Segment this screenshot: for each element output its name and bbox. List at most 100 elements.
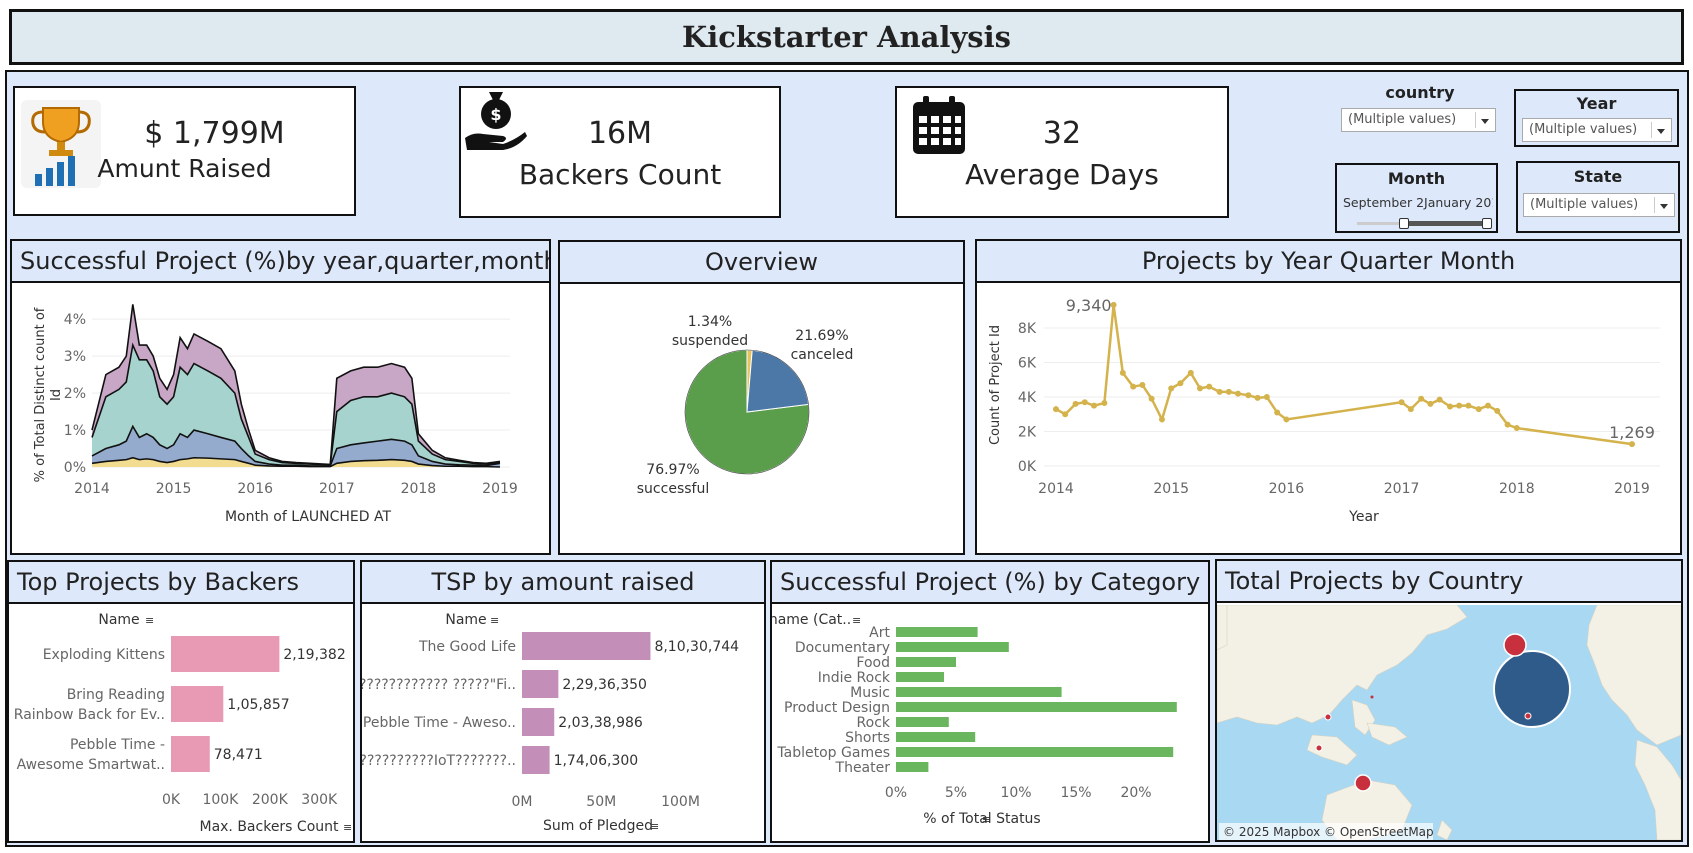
slider-end-handle[interactable]	[1482, 218, 1492, 229]
bar	[896, 717, 949, 727]
line-point	[1101, 400, 1108, 407]
line-y-tick-label: 8K	[1018, 321, 1037, 337]
area-y-tick-label: 3%	[64, 349, 86, 365]
month-range-slider[interactable]	[1357, 218, 1492, 229]
country-map[interactable]: © 2025 Mapbox © OpenStreetMap	[1217, 605, 1681, 840]
year-filter-box: Year (Multiple values)	[1514, 89, 1679, 147]
bar	[896, 657, 956, 667]
map-circle-australia[interactable]	[1354, 774, 1372, 792]
line-y-tick-label: 6K	[1018, 356, 1037, 372]
bar-x-tick-label: 200K	[252, 792, 289, 808]
pie-category-label: suspended	[672, 333, 748, 349]
year-filter-value: (Multiple values)	[1529, 122, 1638, 137]
state-filter-value: (Multiple values)	[1530, 197, 1639, 212]
line-point	[1168, 385, 1175, 392]
country-map-panel: Total Projects by Country © 2025 Mapbox …	[1215, 559, 1683, 842]
bar-header-label: name (Cat..	[772, 612, 851, 628]
line-y-tick-label: 4K	[1018, 390, 1037, 406]
bar-category-label: Music	[850, 685, 890, 701]
year-filter-select[interactable]: (Multiple values)	[1522, 118, 1672, 142]
tsp-title: TSP by amount raised	[362, 562, 764, 604]
line-x-axis-title: Year	[1348, 509, 1379, 525]
line-point	[1263, 394, 1270, 401]
area-x-tick-label: 2019	[482, 481, 518, 497]
kpi-days-label: Average Days	[965, 158, 1159, 191]
kpi-days-card: 32 Average Days	[895, 86, 1229, 218]
map-circle-canada[interactable]	[1503, 633, 1527, 657]
area-x-tick-label: 2016	[237, 481, 273, 497]
bar-category-label: Art	[869, 625, 890, 641]
map-circle-mexico[interactable]	[1524, 712, 1532, 720]
line-y-tick-label: 2K	[1018, 425, 1037, 441]
bar-category-label: Product Design	[784, 700, 890, 716]
bar-category-label: Exploding Kittens	[43, 647, 165, 663]
slider-start-handle[interactable]	[1398, 218, 1409, 229]
line-point	[1465, 402, 1472, 409]
kpi-backers-card: $ 16M Backers Count	[459, 86, 781, 218]
bar-x-axis-title: Sum of Pledged	[543, 818, 653, 834]
map-circle-singapore[interactable]	[1315, 744, 1323, 752]
bar	[896, 687, 1062, 697]
bar	[896, 642, 1009, 652]
projects-line-chart: 0K 2K 4K 6K 8K 2014 2015 2016 2017 2018 2019 Year Co…	[988, 296, 1660, 525]
bar-x-tick-label: 50M	[586, 794, 616, 810]
bar-category-label: ???????????IoT???????..	[362, 753, 516, 769]
line-x-tick-label: 2017	[1384, 481, 1420, 497]
area-y-tick-label: 4%	[64, 312, 86, 328]
bar-x-tick-label: 20%	[1120, 785, 1151, 801]
line-y-tick-label: 0K	[1018, 459, 1037, 475]
bar-category-label: Tabletop Games	[776, 745, 890, 761]
chevron-down-icon[interactable]	[1654, 197, 1670, 213]
bar	[171, 686, 224, 722]
projects-trend-title: Projects by Year Quarter Month	[977, 241, 1680, 283]
bar-category-label: Pebble Time -	[70, 737, 165, 753]
state-filter-box: State (Multiple values)	[1516, 161, 1680, 233]
bar-category-label: The Good Life	[418, 639, 516, 655]
sort-icon: ≡	[490, 614, 499, 627]
area-y-tick-label: 1%	[64, 423, 86, 439]
line-point	[1158, 416, 1165, 423]
country-map-title: Total Projects by Country	[1217, 561, 1681, 603]
line-x-tick-label: 2018	[1499, 481, 1535, 497]
bar-category-label: Rainbow Back for Ev..	[14, 707, 165, 723]
chevron-down-icon[interactable]	[1651, 122, 1667, 138]
line-point	[1398, 399, 1405, 406]
line-point	[1187, 369, 1194, 376]
overview-title: Overview	[560, 242, 963, 284]
category-title: Successful Project (%) by Category	[772, 562, 1208, 604]
line-point	[1139, 381, 1146, 388]
pie-category-label: successful	[637, 481, 709, 497]
kpi-backers-value: 16M	[587, 116, 653, 151]
line-y-axis-title: Count of Project Id	[988, 325, 1003, 445]
map-circle-hongkong[interactable]	[1324, 713, 1332, 721]
bar	[171, 636, 280, 672]
year-filter-title: Year	[1576, 94, 1617, 113]
line-point	[1407, 406, 1414, 413]
map-circle-japan[interactable]	[1370, 695, 1374, 699]
chevron-down-icon[interactable]	[1475, 112, 1491, 128]
kpi-backers-label: Backers Count	[518, 158, 722, 191]
bar-x-tick-label: 15%	[1060, 785, 1091, 801]
bar-category-label: Pebble Time - Aweso..	[363, 715, 516, 731]
map-attribution: © 2025 Mapbox © OpenStreetMap	[1223, 825, 1434, 839]
line-point	[1235, 390, 1242, 397]
bar-x-tick-label: 0K	[162, 792, 181, 808]
bar	[896, 702, 1177, 712]
line-point	[1485, 402, 1491, 409]
line-point	[1245, 392, 1252, 399]
line-point	[1504, 421, 1511, 428]
bar-category-label: Theater	[835, 760, 891, 776]
map-circle-us[interactable]	[1493, 650, 1571, 728]
line-point	[1283, 416, 1290, 423]
area-x-tick-label: 2014	[74, 481, 110, 497]
line-point	[1475, 406, 1482, 413]
line-x-tick-label: 2014	[1038, 481, 1074, 497]
state-filter-select[interactable]: (Multiple values)	[1523, 193, 1675, 217]
area-y-tick-label: 0%	[64, 460, 86, 476]
bar-x-tick-label: 5%	[945, 785, 967, 801]
top-backers-panel: Top Projects by Backers Name ≡ 2,19,382 Exp…	[7, 560, 355, 843]
dashboard-title: Kickstarter Analysis	[682, 20, 1011, 54]
top-backers-title: Top Projects by Backers	[9, 562, 353, 604]
sort-icon: ≡	[145, 614, 154, 627]
country-filter-select[interactable]: (Multiple values)	[1341, 108, 1496, 132]
